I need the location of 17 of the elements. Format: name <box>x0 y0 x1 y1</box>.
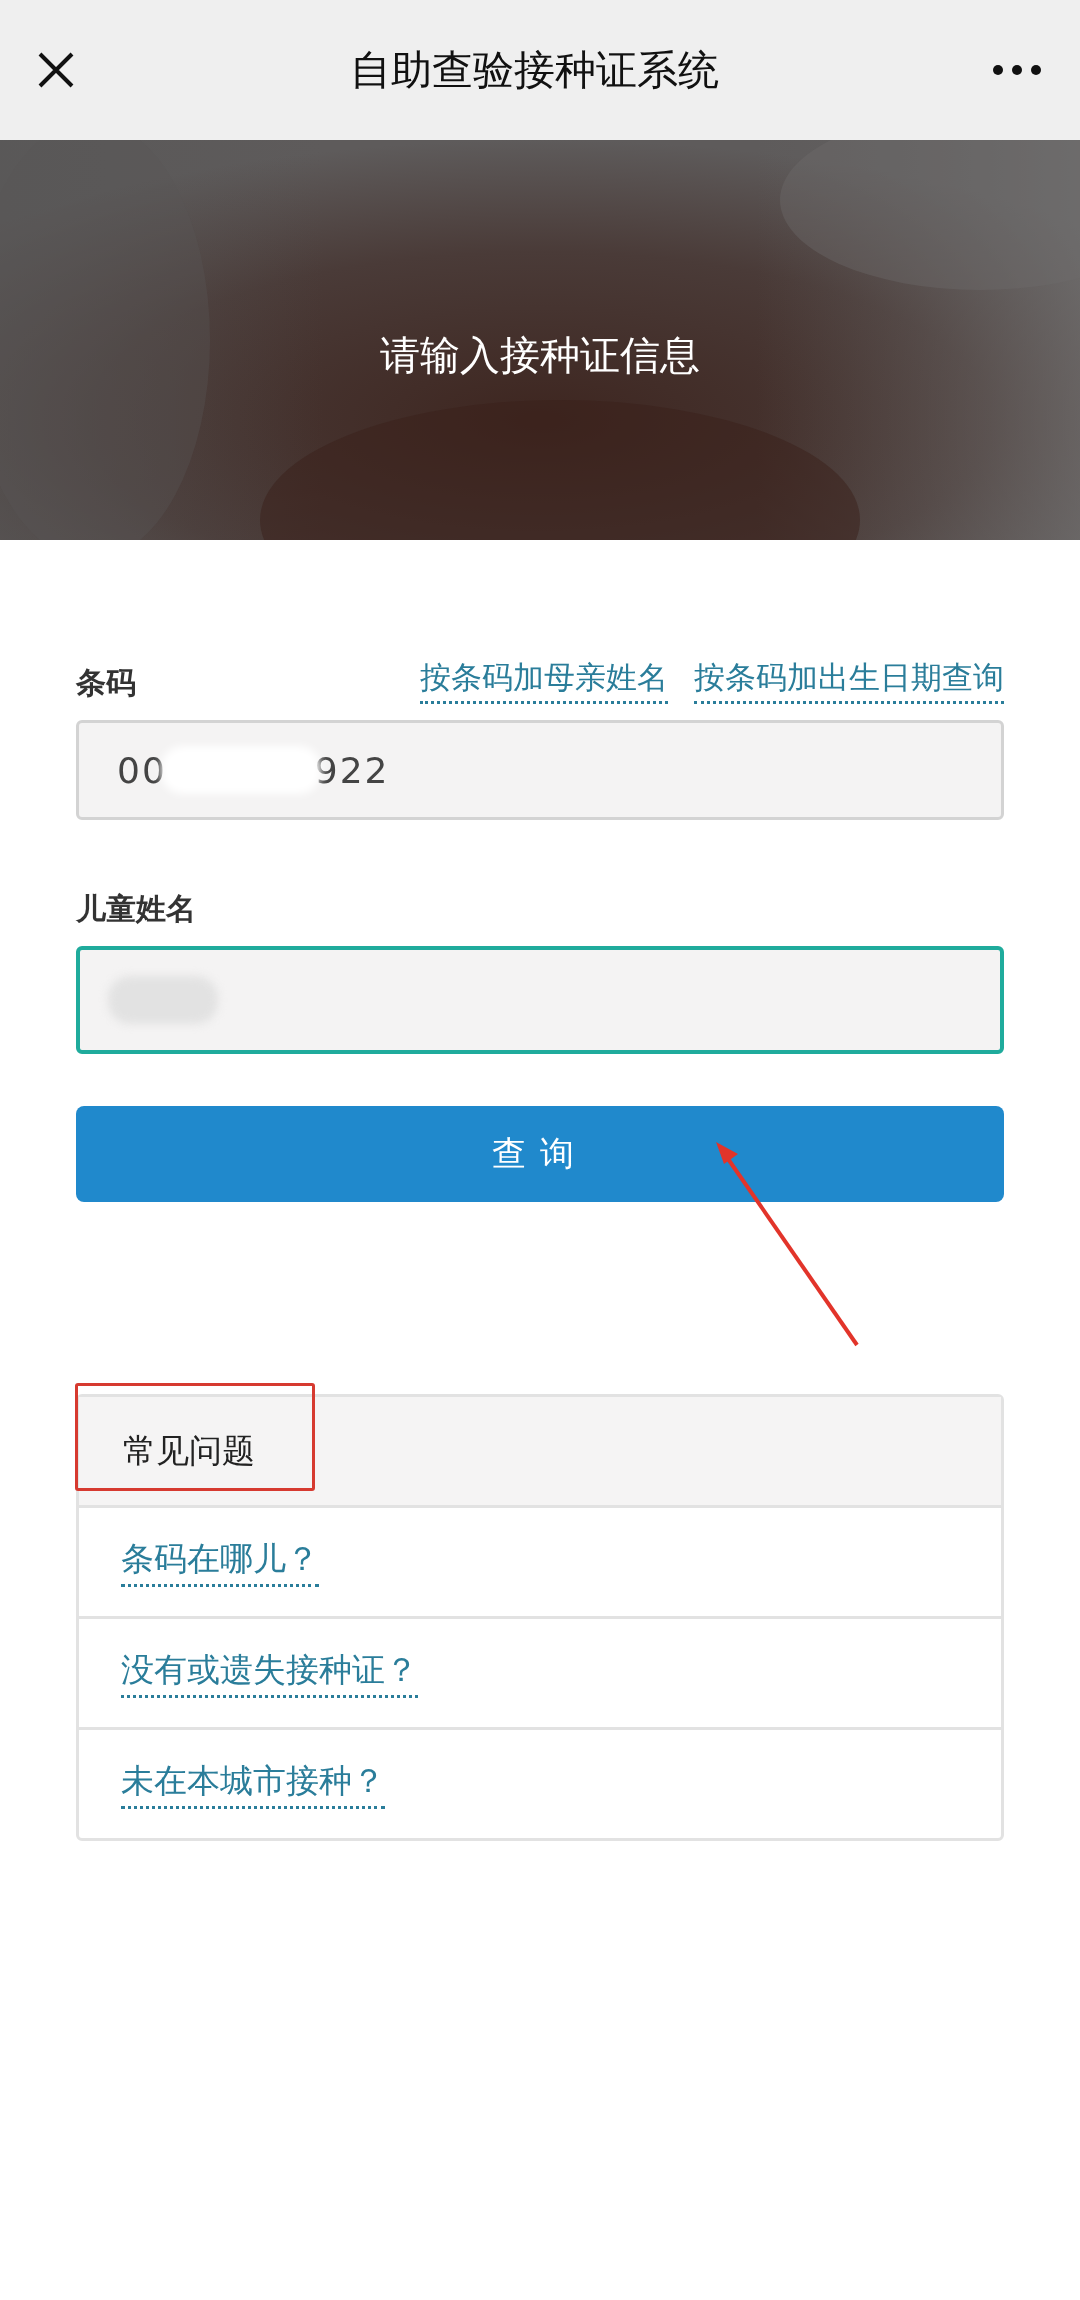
faq-link[interactable]: 没有或遗失接种证？ <box>121 1648 418 1698</box>
faq-link[interactable]: 未在本城市接种？ <box>121 1759 385 1809</box>
faq-title: 常见问题 <box>123 1429 255 1472</box>
query-button[interactable]: 查询 <box>76 1106 1004 1202</box>
field-label: 条码 <box>76 664 136 702</box>
field-value: 922 <box>314 749 390 791</box>
name-field[interactable] <box>76 946 1004 1054</box>
query-mode-link[interactable]: 按条码加出生日期查询 <box>694 657 1004 704</box>
field-value: 00 <box>117 749 167 791</box>
banner-heading: 请输入接种证信息 <box>380 330 700 380</box>
close-icon[interactable] <box>36 50 76 90</box>
barcode-field[interactable]: 00 922 <box>76 720 1004 820</box>
more-icon[interactable] <box>992 64 1042 76</box>
field-label: 儿童姓名 <box>76 890 196 928</box>
faq-link[interactable]: 条码在哪儿？ <box>121 1537 319 1587</box>
query-mode-link[interactable]: 按条码加母亲姓名 <box>420 657 668 704</box>
page-title: 自助查验接种证系统 <box>349 44 719 96</box>
